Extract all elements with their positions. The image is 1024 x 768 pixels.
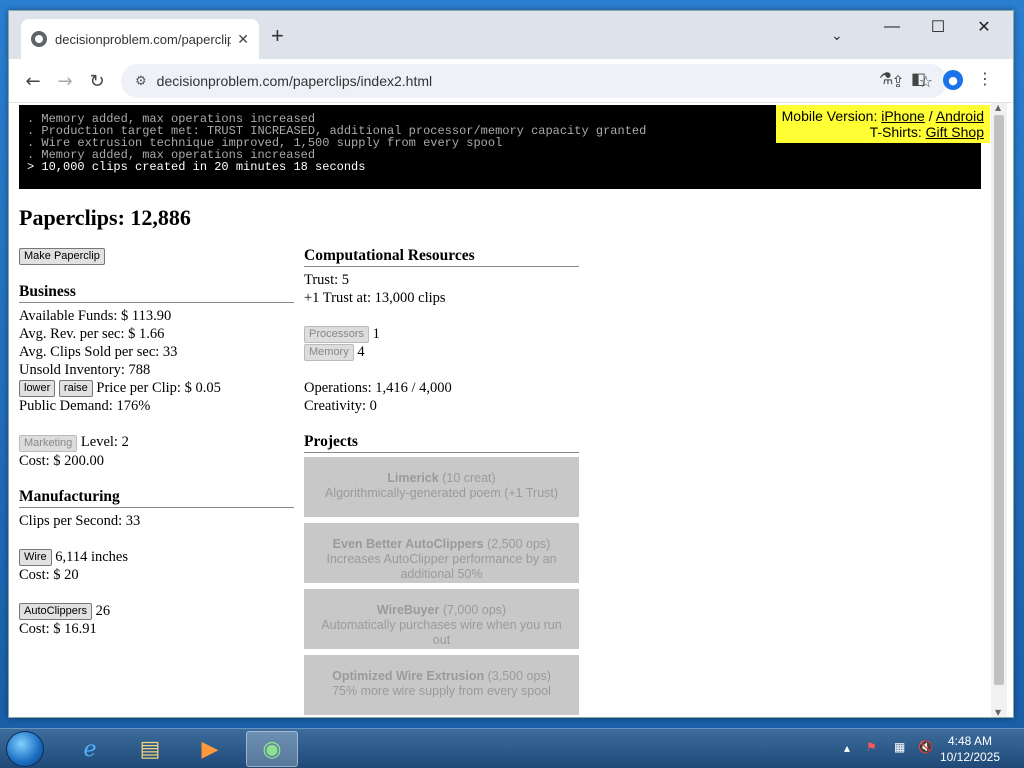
project-name: Optimized Wire Extrusion <box>332 669 485 684</box>
site-globe-icon <box>31 31 47 47</box>
lower-price-button[interactable]: lower <box>19 380 56 398</box>
gift-shop-link[interactable]: Gift Shop <box>926 124 984 140</box>
taskbar: ℯ ▤ ▶ ◉ ▴ ⚑ ▦ 🔇 4:48 AM 10/12/2025 <box>0 728 1024 768</box>
marketing-button[interactable]: Marketing <box>19 434 78 452</box>
left-column: Make Paperclip Business Available Funds:… <box>19 247 294 638</box>
clips-per-second: Clips per Second: 33 <box>19 512 141 529</box>
scroll-up-arrow-icon[interactable]: ▲ <box>995 103 1001 112</box>
projects-heading: Projects <box>304 433 579 454</box>
console-latest-line: > 10,000 clips created in 20 minutes 18 … <box>27 160 366 174</box>
promo-box: Mobile Version: iPhone / Android T-Shirt… <box>775 105 990 143</box>
vertical-scrollbar[interactable]: ▲ ▼ <box>991 103 1007 717</box>
clock-time: 4:48 AM <box>947 734 993 748</box>
project-cost: (10 creat) <box>442 471 496 486</box>
tab-close-icon[interactable]: ✕ <box>237 31 249 48</box>
address-bar[interactable]: ⚙ decisionproblem.com/paperclips/index2.… <box>121 64 947 98</box>
tshirts-label: T-Shirts: <box>869 124 922 140</box>
autoclippers-button[interactable]: AutoClippers <box>19 602 92 620</box>
project-description: Increases AutoClipper performance by an … <box>326 552 557 582</box>
tab-title: decisionproblem.com/paperclip <box>55 31 232 47</box>
show-hidden-icons-arrow-icon[interactable]: ▴ <box>844 741 850 755</box>
reload-icon[interactable]: ↻ <box>85 69 109 93</box>
wire-amount: 6,114 inches <box>55 548 128 565</box>
right-column: Computational Resources Trust: 5 +1 Trus… <box>304 247 579 717</box>
avg-revenue: Avg. Rev. per sec: $ 1.66 <box>19 326 165 343</box>
project-cost: (7,000 ops) <box>442 603 507 618</box>
processors-button[interactable]: Processors <box>304 326 370 344</box>
available-funds: Available Funds: $ 113.90 <box>19 308 172 325</box>
start-button[interactable] <box>6 731 44 767</box>
memory-value: 4 <box>357 344 365 361</box>
url-text: decisionproblem.com/paperclips/index2.ht… <box>156 73 433 89</box>
buy-wire-button[interactable]: Wire <box>19 548 52 566</box>
tab-search-chevron-icon[interactable]: ⌄ <box>831 27 843 44</box>
project-cost: (3,500 ops) <box>487 669 551 684</box>
scroll-down-arrow-icon[interactable]: ▼ <box>995 708 1001 717</box>
system-clock[interactable]: 4:48 AM 10/12/2025 <box>920 733 1020 765</box>
media-player-icon[interactable]: ▶ <box>184 731 236 767</box>
forward-arrow-icon[interactable]: → <box>53 69 77 93</box>
close-window-button[interactable]: ✕ <box>961 11 1007 43</box>
project-name: Limerick <box>387 471 439 486</box>
raise-price-button[interactable]: raise <box>58 380 93 398</box>
processors-value: 1 <box>372 326 380 342</box>
price-per-clip: Price per Clip: $ 0.05 <box>96 380 221 397</box>
page-viewport: . Memory added, max operations increased… <box>9 103 991 717</box>
clock-date: 10/12/2025 <box>939 750 1001 764</box>
network-icon[interactable]: ▦ <box>894 740 905 754</box>
project-description: Algorithmically-generated poem (+1 Trust… <box>324 486 559 501</box>
project-description: 75% more wire supply from every spool <box>332 684 551 699</box>
project-card-wirebuyer[interactable]: WireBuyer (7,000 ops) Automatically purc… <box>304 589 579 650</box>
memory-button[interactable]: Memory <box>304 344 354 362</box>
trust-value: Trust: 5 <box>304 272 350 288</box>
chrome-browser-icon[interactable]: ◉ <box>246 731 298 767</box>
mobile-version-label: Mobile Version: <box>781 108 878 124</box>
back-arrow-icon[interactable]: ← <box>21 69 45 93</box>
marketing-cost: Cost: $ 200.00 <box>19 452 104 469</box>
unsold-inventory: Unsold Inventory: 788 <box>19 362 151 379</box>
android-link[interactable]: Android <box>936 108 984 124</box>
maximize-button[interactable]: ☐ <box>915 11 961 43</box>
side-panel-icon[interactable]: ◧ <box>911 69 926 88</box>
paperclip-count-title: Paperclips: 12,886 <box>19 205 191 230</box>
creativity-value: Creativity: 0 <box>304 398 377 415</box>
manufacturing-heading: Manufacturing <box>19 488 294 508</box>
project-cost: (2,500 ops) <box>487 537 551 552</box>
project-card-even-better-autoclippers[interactable]: Even Better AutoClippers (2,500 ops) Inc… <box>304 523 579 584</box>
project-card-limerick[interactable]: Limerick (10 creat) Algorithmically-gene… <box>304 457 579 518</box>
project-name: Even Better AutoClippers <box>332 537 484 552</box>
marketing-level: Level: 2 <box>80 434 129 451</box>
browser-window: decisionproblem.com/paperclip ✕ + ⌄ — ☐ … <box>8 10 1014 718</box>
browser-toolbar: ← → ↻ ⚙ decisionproblem.com/paperclips/i… <box>9 59 1013 103</box>
internet-explorer-icon[interactable]: ℯ <box>64 731 116 767</box>
wire-cost: Cost: $ 20 <box>19 566 79 583</box>
labs-flask-icon[interactable]: ⚗ <box>879 69 893 88</box>
browser-tab[interactable]: decisionproblem.com/paperclip ✕ <box>21 19 259 59</box>
autoclippers-count: 26 <box>95 602 111 619</box>
avg-clips-sold: Avg. Clips Sold per sec: 33 <box>19 344 178 361</box>
autoclippers-cost: Cost: $ 16.91 <box>19 620 97 637</box>
business-heading: Business <box>19 283 294 304</box>
new-tab-button[interactable]: + <box>271 25 284 47</box>
project-description: Automatically purchases wire when you ru… <box>321 618 562 648</box>
profile-avatar-icon[interactable]: ● <box>943 70 963 90</box>
project-card-optimized-wire-extrusion[interactable]: Optimized Wire Extrusion (3,500 ops) 75%… <box>304 655 579 716</box>
iphone-link[interactable]: iPhone <box>881 108 925 124</box>
scrollbar-thumb[interactable] <box>994 115 1004 685</box>
make-paperclip-button[interactable]: Make Paperclip <box>19 248 105 266</box>
file-explorer-folder-icon[interactable]: ▤ <box>124 731 176 767</box>
menu-kebab-icon[interactable]: ⋮ <box>977 69 993 88</box>
public-demand: Public Demand: 176% <box>19 398 151 415</box>
project-name: WireBuyer <box>376 603 440 618</box>
title-bar: decisionproblem.com/paperclip ✕ + ⌄ — ☐ … <box>9 11 1013 59</box>
action-center-flag-icon[interactable]: ⚑ <box>866 740 877 754</box>
next-trust: +1 Trust at: 13,000 clips <box>304 290 446 306</box>
site-info-icon[interactable]: ⚙ <box>135 74 147 89</box>
link-separator: / <box>928 108 933 124</box>
computational-resources-heading: Computational Resources <box>304 247 579 267</box>
operations-value: Operations: 1,416 / 4,000 <box>304 380 452 397</box>
minimize-button[interactable]: — <box>869 11 915 43</box>
